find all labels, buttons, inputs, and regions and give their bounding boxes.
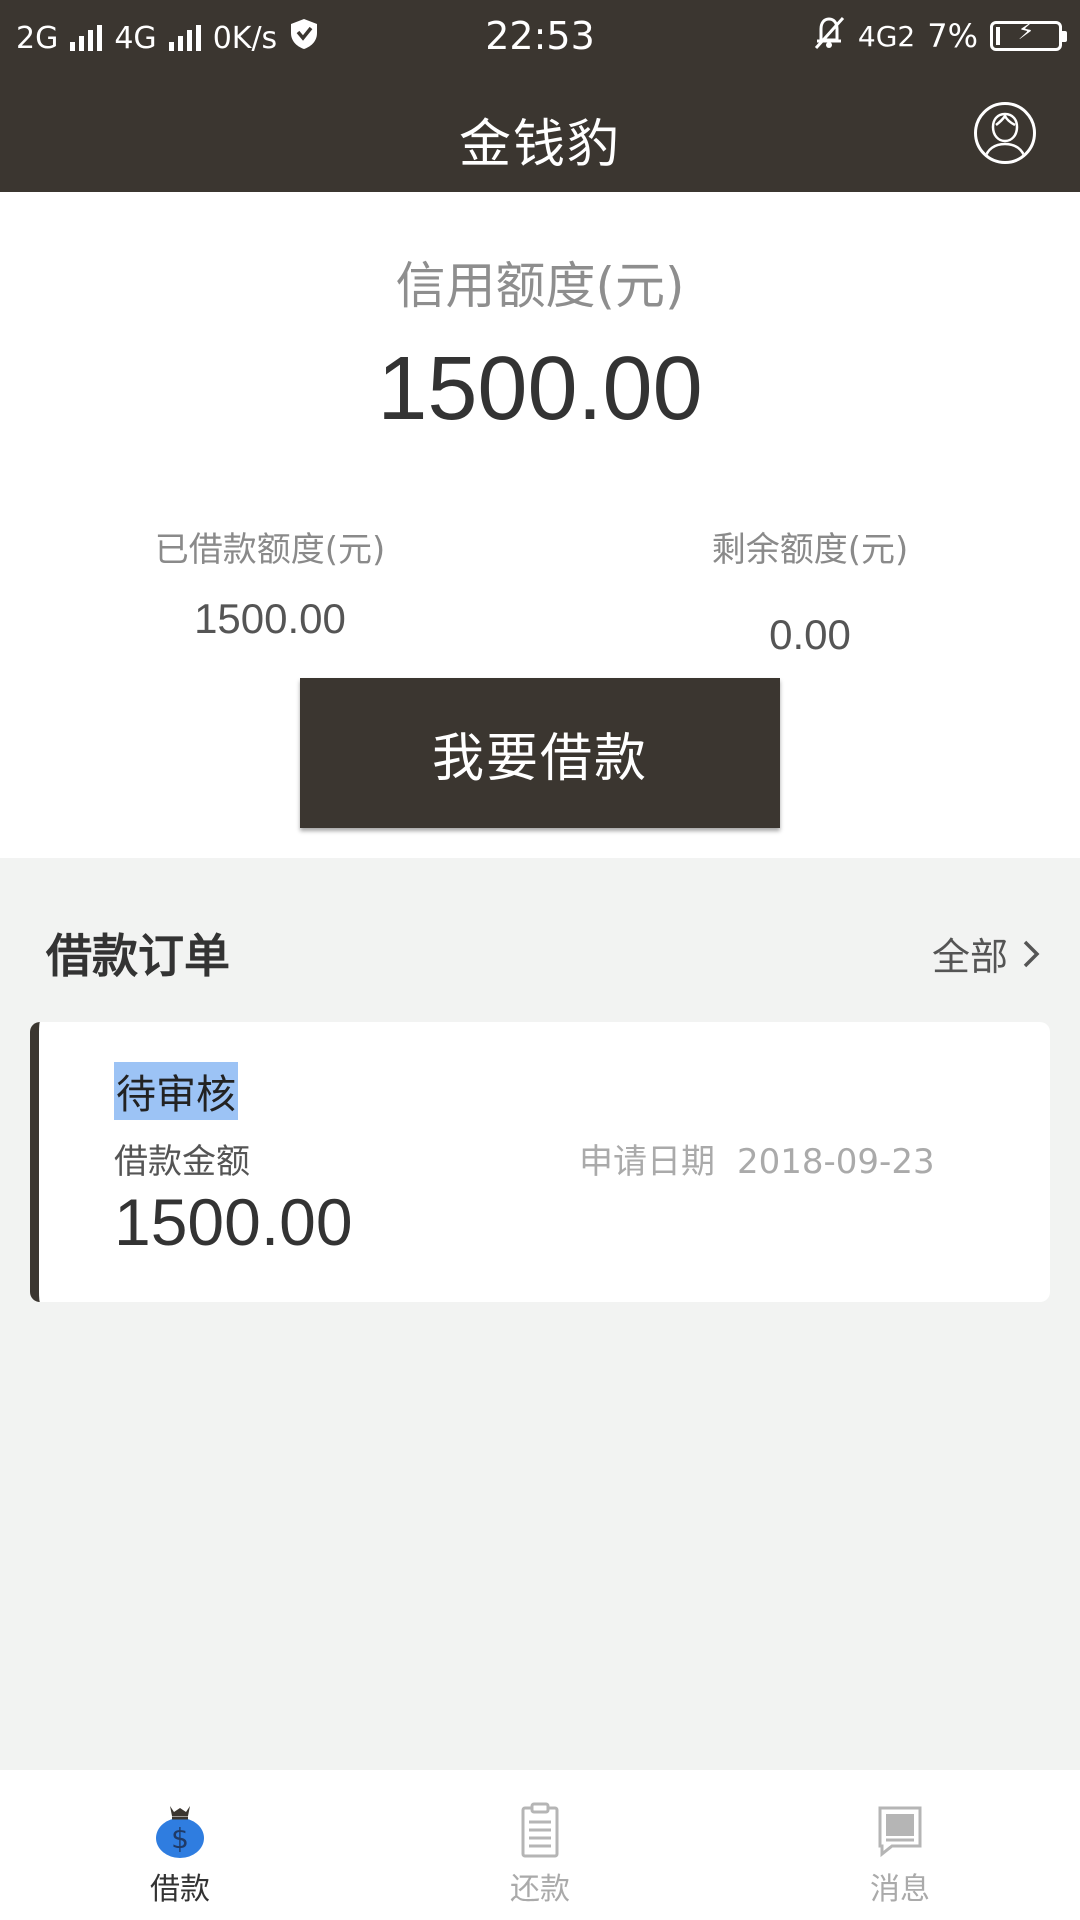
tab-repay[interactable]: 还款 <box>360 1770 720 1920</box>
orders-section-title: 借款订单 <box>46 929 230 983</box>
message-icon <box>878 1806 922 1858</box>
credit-limit-label: 信用额度(元) <box>395 257 685 315</box>
loan-amount-value: 1500.00 <box>114 1185 353 1259</box>
credit-limit-value: 1500.00 <box>377 339 703 439</box>
borrowed-amount-block: 已借款额度(元) 1500.00 <box>70 522 470 643</box>
page-title: 金钱豹 <box>458 115 621 175</box>
remaining-value: 0.00 <box>769 611 851 658</box>
order-status: 待审核 <box>114 1062 238 1120</box>
order-card[interactable]: 待审核 借款金额 申请日期 2018-09-23 1500.00 <box>30 1022 1050 1302</box>
tab-borrow-label: 借款 <box>150 1872 210 1907</box>
tab-messages[interactable]: 消息 <box>720 1770 1080 1920</box>
borrow-button[interactable]: 我要借款 <box>300 678 780 828</box>
status-bar: 2G 4G 0K/s 22:53 4G2 7% ⚡ <box>0 0 1080 74</box>
svg-text:$: $ <box>171 1822 189 1855</box>
network-type-3: 4G2 <box>857 19 916 53</box>
tab-borrow[interactable]: $ 借款 <box>0 1770 360 1920</box>
view-all-orders-link[interactable]: 全部 <box>932 926 1040 981</box>
borrowed-label: 已借款额度(元) <box>154 530 386 570</box>
tab-messages-label: 消息 <box>870 1872 930 1907</box>
charging-bolt-icon: ⚡ <box>1017 17 1035 45</box>
profile-button[interactable] <box>974 102 1036 164</box>
chevron-right-icon <box>1023 940 1040 967</box>
app-header: 金钱豹 <box>0 74 1080 192</box>
remaining-amount-block: 剩余额度(元) 0.00 <box>610 522 1010 659</box>
loan-amount-label: 借款金额 <box>114 1142 250 1182</box>
battery-icon: ⚡ <box>990 17 1067 51</box>
view-all-label: 全部 <box>931 935 1008 979</box>
borrowed-value: 1500.00 <box>194 595 346 642</box>
status-bar-right: 4G2 7% ⚡ <box>812 14 1067 58</box>
apply-date: 申请日期 2018-09-23 <box>579 1134 935 1183</box>
tab-repay-label: 还款 <box>510 1872 570 1907</box>
mute-bell-icon <box>812 14 846 58</box>
battery-percent: 7% <box>927 17 978 55</box>
credit-panel: 信用额度(元) 1500.00 已借款额度(元) 1500.00 剩余额度(元)… <box>0 192 1080 858</box>
money-bag-icon: $ <box>156 1806 204 1858</box>
apply-date-label: 申请日期 <box>579 1142 715 1182</box>
clipboard-icon <box>521 1802 559 1858</box>
bottom-tab-bar: $ 借款 还款 消息 <box>0 1770 1080 1920</box>
user-avatar-icon <box>983 112 1027 160</box>
remaining-label: 剩余额度(元) <box>711 530 909 570</box>
apply-date-value: 2018-09-23 <box>737 1142 935 1182</box>
